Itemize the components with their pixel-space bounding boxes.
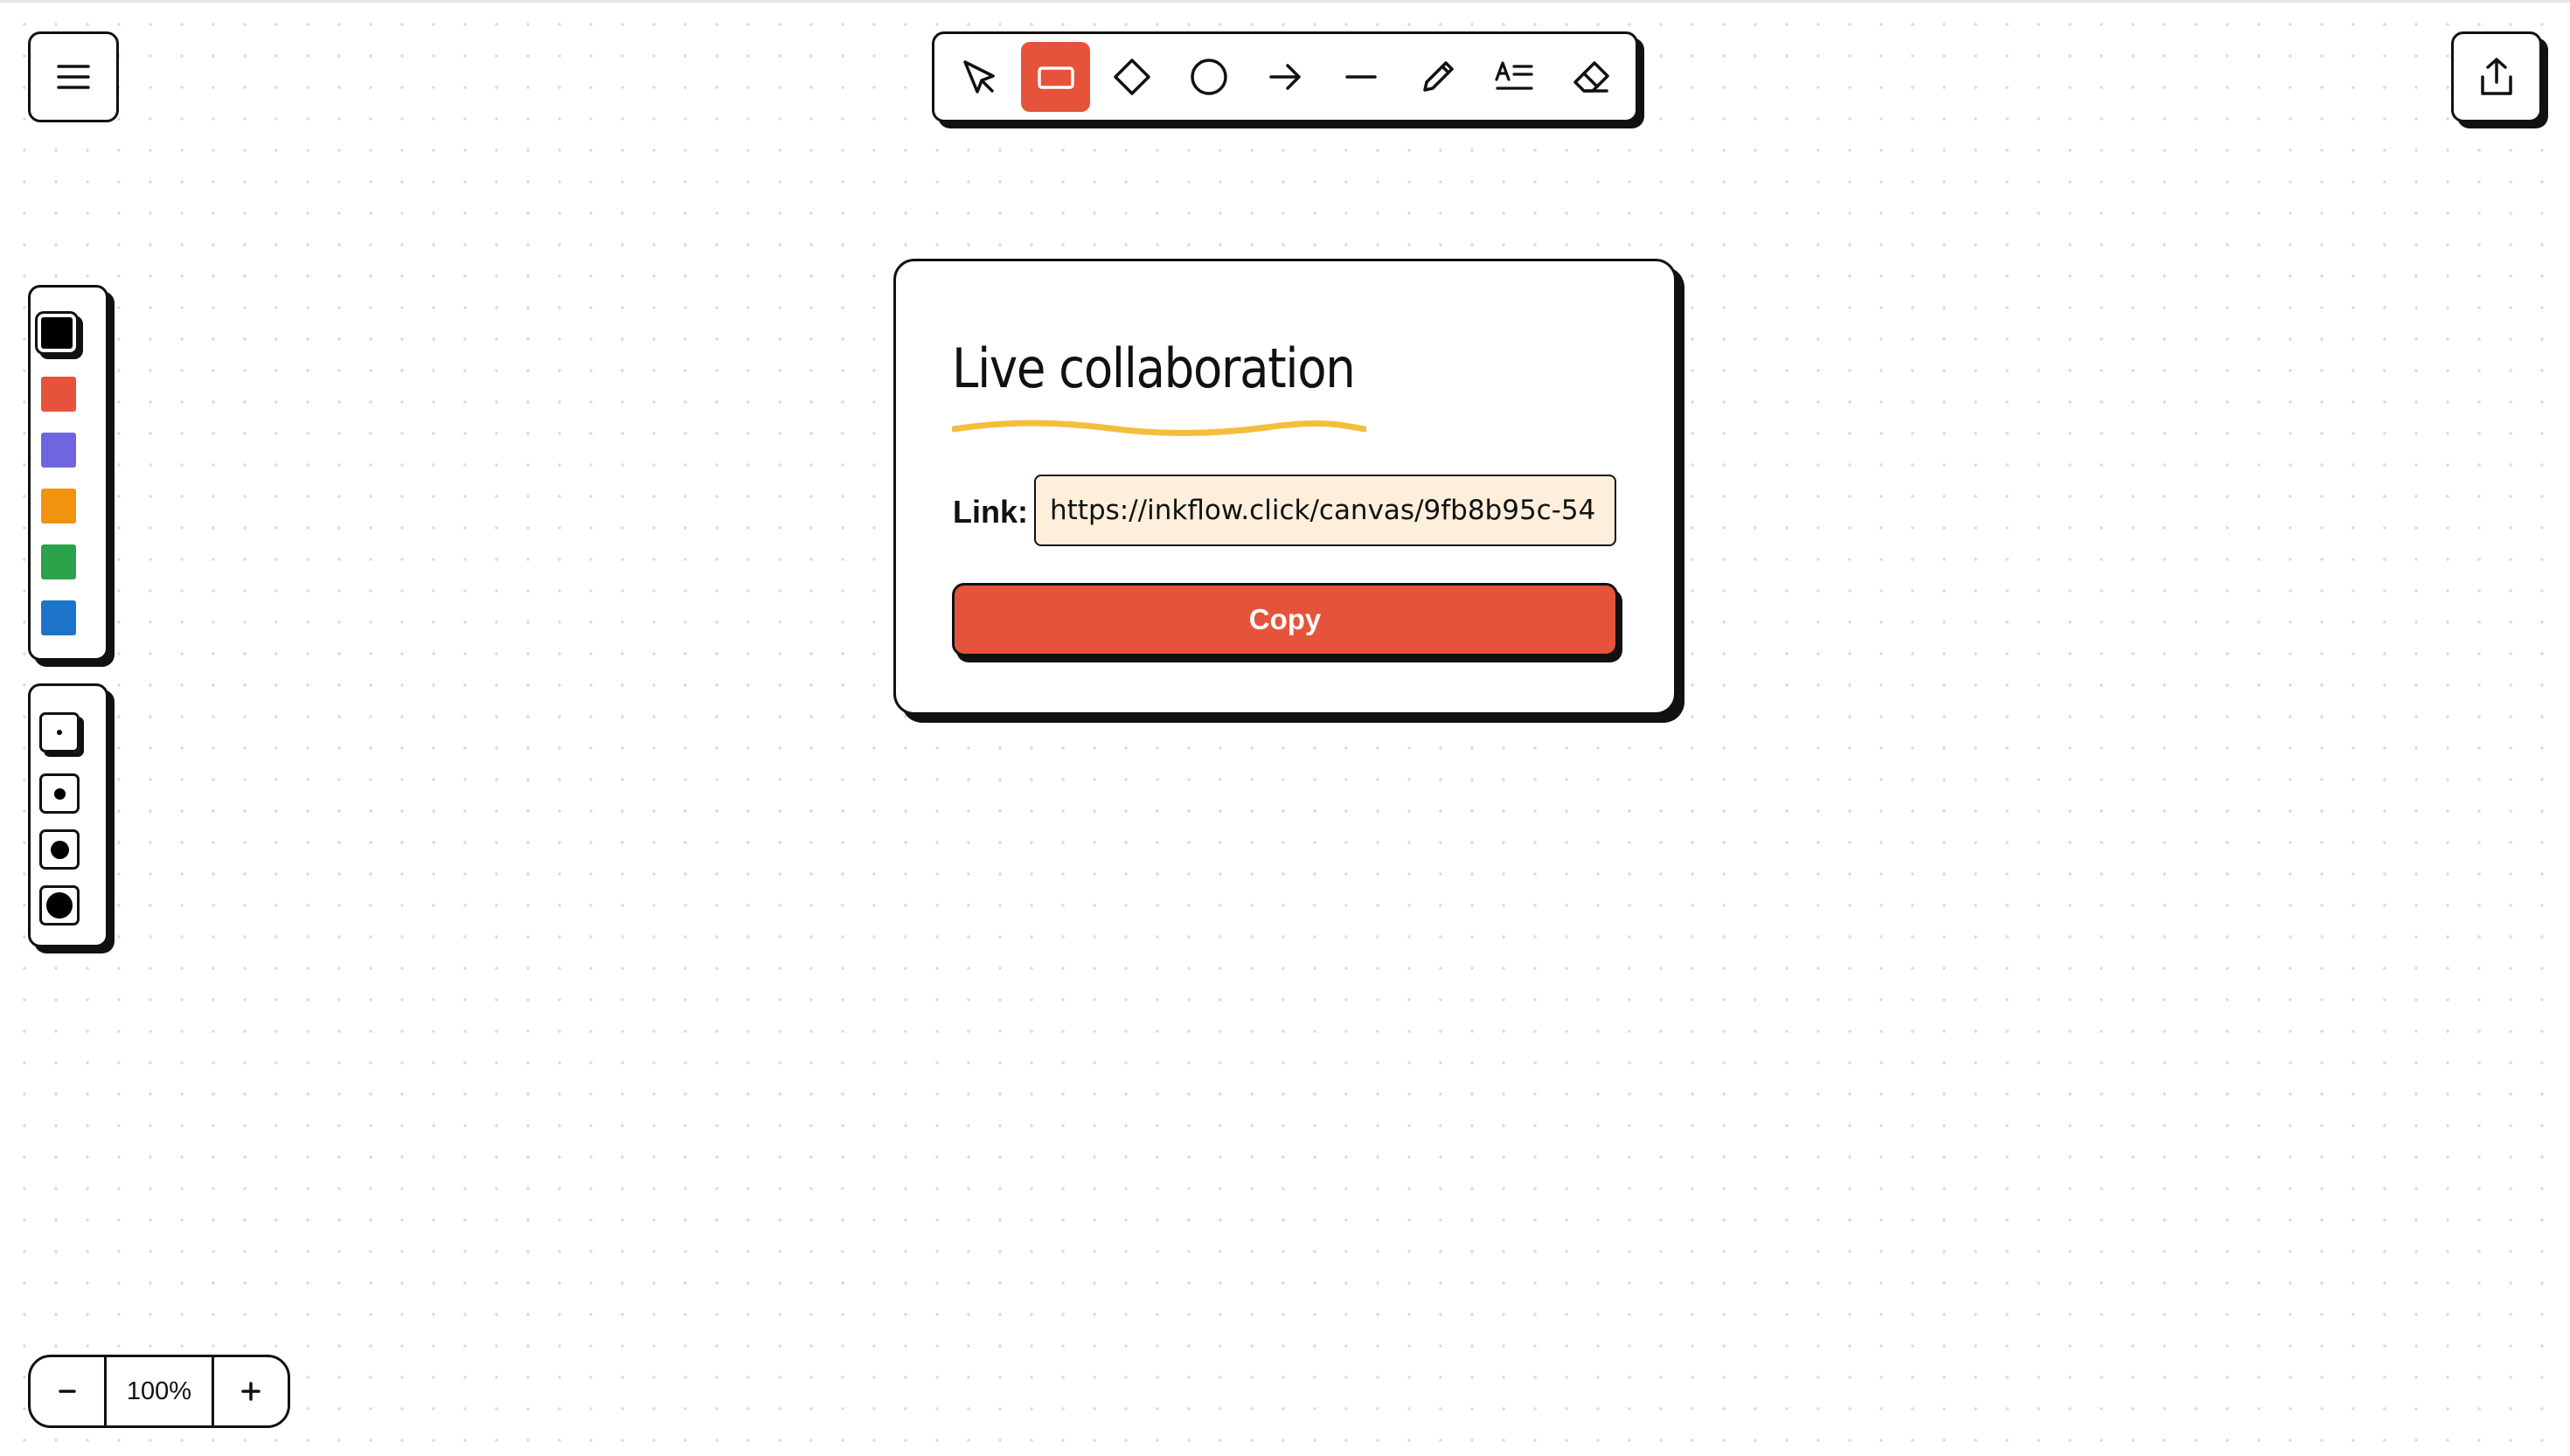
- tool-diamond[interactable]: [1098, 42, 1166, 112]
- circle-icon: [1188, 56, 1230, 98]
- stroke-size-thick[interactable]: [39, 885, 80, 926]
- tool-select[interactable]: [945, 42, 1013, 112]
- drawing-toolbar: [932, 31, 1638, 122]
- live-collaboration-dialog: Live collaboration Link: Copy: [893, 259, 1677, 715]
- pointer-icon: [958, 56, 1000, 98]
- dialog-title: Live collaboration: [952, 336, 1356, 400]
- share-button[interactable]: [2451, 31, 2542, 122]
- share-link-input[interactable]: [1034, 475, 1616, 546]
- hamburger-menu-icon: [56, 62, 91, 92]
- zoom-level[interactable]: 100%: [104, 1357, 214, 1425]
- tool-arrow[interactable]: [1251, 42, 1319, 112]
- stroke-dot-icon: [50, 840, 69, 859]
- plus-icon: [240, 1381, 261, 1402]
- stroke-size-extra-thin[interactable]: [39, 712, 80, 752]
- color-palette: [28, 285, 108, 661]
- stroke-dot-icon: [57, 730, 62, 735]
- copy-button[interactable]: Copy: [952, 583, 1618, 656]
- color-swatch-black[interactable]: [38, 314, 76, 352]
- tool-ellipse[interactable]: [1174, 42, 1242, 112]
- color-swatch-red[interactable]: [41, 377, 76, 412]
- minus-icon: [58, 1382, 77, 1401]
- link-label: Link:: [953, 494, 1028, 530]
- tool-eraser[interactable]: [1557, 42, 1625, 112]
- pencil-icon: [1417, 56, 1459, 98]
- diamond-icon: [1111, 56, 1153, 98]
- line-icon: [1340, 56, 1382, 98]
- tool-rectangle[interactable]: [1021, 42, 1090, 112]
- zoom-in-button[interactable]: [214, 1357, 288, 1425]
- text-icon: [1493, 56, 1535, 98]
- window-top-border: [0, 0, 2570, 3]
- menu-button[interactable]: [28, 31, 119, 122]
- color-swatch-orange[interactable]: [41, 489, 76, 523]
- rectangle-icon: [1035, 56, 1077, 98]
- stroke-size-thin[interactable]: [39, 773, 80, 814]
- tool-pencil[interactable]: [1404, 42, 1472, 112]
- color-swatch-blue[interactable]: [41, 600, 76, 635]
- eraser-icon: [1570, 56, 1612, 98]
- share-upload-icon: [2477, 56, 2516, 98]
- tool-text[interactable]: [1480, 42, 1548, 112]
- arrow-right-icon: [1264, 56, 1306, 98]
- stroke-size-medium[interactable]: [39, 829, 80, 870]
- stroke-dot-icon: [53, 787, 66, 800]
- zoom-out-button[interactable]: [31, 1357, 104, 1425]
- color-swatch-purple[interactable]: [41, 433, 76, 468]
- stroke-size-picker: [28, 683, 108, 947]
- zoom-controls: 100%: [28, 1355, 290, 1428]
- stroke-dot-icon: [46, 892, 73, 919]
- color-swatch-green[interactable]: [41, 544, 76, 579]
- tool-line[interactable]: [1327, 42, 1395, 112]
- title-underline: [952, 419, 1366, 436]
